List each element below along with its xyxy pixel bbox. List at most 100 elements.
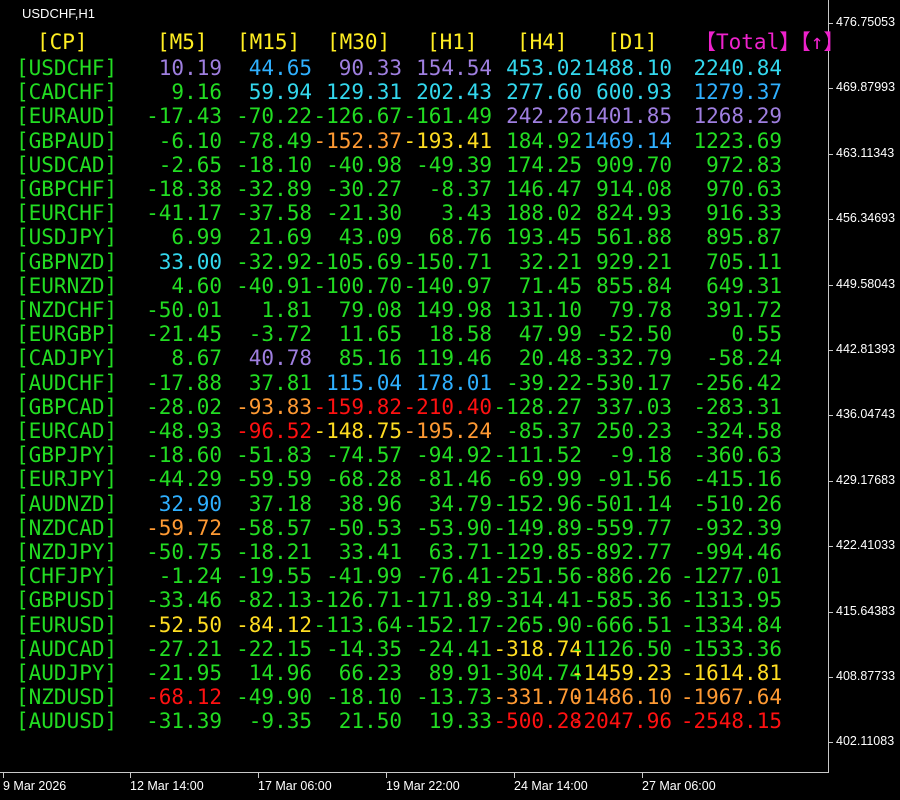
value-cell: -1334.84 xyxy=(680,612,782,637)
value-cell: -30.27 xyxy=(326,177,402,201)
value-cell: 1488.10 xyxy=(583,56,672,80)
pair-label: [NZDJPY] xyxy=(16,540,118,564)
pair-label: [NZDCAD] xyxy=(16,515,118,540)
price-label: 469.87993 xyxy=(836,80,896,95)
value-cell: 19.33 xyxy=(428,709,492,734)
value-cell: 85.16 xyxy=(338,346,402,371)
value-cell: 391.72 xyxy=(706,298,782,322)
value-cell: -530.17 xyxy=(583,370,672,395)
value-cell: -6.10 xyxy=(158,128,222,153)
value-cell: -100.70 xyxy=(313,273,402,298)
value-cell: -149.89 xyxy=(493,515,582,540)
value-cell: -8.37 xyxy=(428,177,492,201)
value-cell: 3.43 xyxy=(441,201,492,226)
pair-label: [EURUSD] xyxy=(16,612,118,637)
value-cell: 11.65 xyxy=(338,322,402,347)
value-cell: -50.53 xyxy=(326,515,402,540)
time-tick xyxy=(642,773,643,778)
value-cell: 8.67 xyxy=(171,346,222,371)
pair-label: [AUDJPY] xyxy=(16,661,118,685)
value-cell: 47.99 xyxy=(518,322,582,347)
value-cell: -559.77 xyxy=(583,515,672,540)
value-cell: -193.41 xyxy=(403,128,492,153)
value-cell: -49.90 xyxy=(236,685,312,710)
value-cell: -666.51 xyxy=(583,612,672,637)
price-label: 442.81393 xyxy=(836,342,896,356)
price-label: 402.11083 xyxy=(836,734,895,749)
value-cell: 6.99 xyxy=(171,225,222,250)
value-cell: 0.55 xyxy=(731,322,782,347)
value-cell: 90.33 xyxy=(338,56,402,80)
price-tick xyxy=(829,350,833,351)
value-cell: -150.71 xyxy=(403,249,492,274)
value-cell: 146.47 xyxy=(506,177,582,201)
value-cell: 929.21 xyxy=(596,249,672,274)
pair-label: [AUDNZD] xyxy=(16,491,118,516)
value-cell: -152.17 xyxy=(403,612,492,637)
value-cell: 916.33 xyxy=(706,201,782,226)
pair-label: [GBPCHF] xyxy=(16,177,118,201)
column-header-2: [M15] xyxy=(237,30,301,54)
value-cell: -195.24 xyxy=(403,419,492,443)
value-cell: -1486.10 xyxy=(570,685,672,710)
value-cell: -59.72 xyxy=(146,515,222,540)
value-cell: 10.19 xyxy=(158,56,222,80)
price-label: 436.04743 xyxy=(836,407,896,422)
value-cell: -283.31 xyxy=(693,394,782,419)
value-cell: -31.39 xyxy=(146,709,222,734)
value-cell: -21.45 xyxy=(146,322,222,347)
value-cell: -68.12 xyxy=(146,685,222,710)
value-cell: -210.40 xyxy=(403,394,492,419)
pair-label: [EURCAD] xyxy=(16,419,118,443)
value-cell: -251.56 xyxy=(493,564,582,589)
value-cell: -1533.36 xyxy=(680,636,782,661)
value-cell: -74.57 xyxy=(326,443,402,468)
value-cell: -18.38 xyxy=(146,177,222,201)
value-cell: -21.95 xyxy=(146,661,222,685)
value-cell: 129.31 xyxy=(326,80,402,105)
value-cell: -44.29 xyxy=(146,467,222,492)
value-cell: -69.99 xyxy=(506,467,582,492)
value-cell: -129.85 xyxy=(493,540,582,564)
value-cell: 202.43 xyxy=(416,80,492,105)
value-cell: 250.23 xyxy=(596,419,672,443)
value-cell: -500.28 xyxy=(493,709,582,734)
pair-label: [AUDUSD] xyxy=(16,709,118,734)
time-tick xyxy=(514,773,515,778)
price-tick xyxy=(829,284,833,286)
value-cell: 649.31 xyxy=(706,273,782,298)
value-cell: 32.21 xyxy=(518,249,582,274)
value-cell: -68.28 xyxy=(326,467,402,492)
value-cell: 79.78 xyxy=(608,298,672,322)
price-tick xyxy=(829,415,833,417)
value-cell: -51.83 xyxy=(236,443,312,468)
pair-label: [GBPAUD] xyxy=(16,128,118,153)
value-cell: 600.93 xyxy=(596,80,672,105)
value-cell: -14.35 xyxy=(326,636,402,661)
price-tick xyxy=(829,23,833,24)
column-header-6: [D1] xyxy=(607,30,658,54)
value-cell: -18.21 xyxy=(236,540,312,564)
price-label: 408.87733 xyxy=(836,669,896,683)
value-cell: -40.98 xyxy=(326,152,402,177)
value-cell: -50.01 xyxy=(146,298,222,322)
value-cell: 1279.37 xyxy=(693,80,782,105)
value-cell: -256.42 xyxy=(693,370,782,395)
value-cell: 37.81 xyxy=(248,370,312,395)
value-cell: 119.46 xyxy=(416,346,492,371)
value-cell: -3.72 xyxy=(248,322,312,347)
time-tick xyxy=(130,773,131,778)
price-label: 456.34693 xyxy=(836,211,896,226)
value-cell: -126.67 xyxy=(313,104,402,129)
time-label: 9 Mar 2026 xyxy=(3,779,67,793)
value-cell: 44.65 xyxy=(248,56,312,80)
value-cell: -13.73 xyxy=(416,685,492,710)
pair-label: [CADCHF] xyxy=(16,80,118,105)
value-cell: -510.26 xyxy=(693,491,782,516)
value-cell: -19.55 xyxy=(236,564,312,589)
value-cell: -78.49 xyxy=(236,128,312,153)
value-cell: -48.93 xyxy=(146,419,222,443)
value-cell: -24.41 xyxy=(416,636,492,661)
pair-label: [GBPCAD] xyxy=(16,394,118,419)
value-cell: -52.50 xyxy=(146,612,222,637)
